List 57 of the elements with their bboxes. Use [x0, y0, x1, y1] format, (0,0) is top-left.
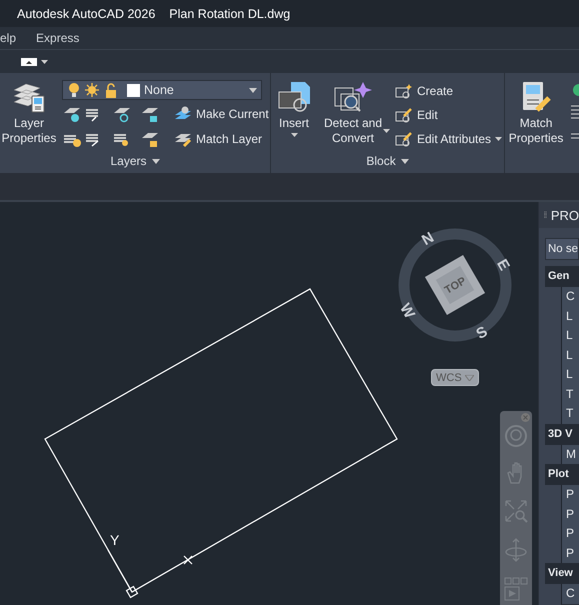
section-header[interactable]: 3D V	[545, 424, 579, 444]
caret-icon[interactable]	[41, 60, 48, 64]
compass-ring[interactable]	[398, 228, 512, 342]
detect-convert-button[interactable]: Detect and Convert	[319, 80, 387, 151]
create-block-button[interactable]: Create	[393, 80, 504, 102]
block-icon	[395, 106, 413, 124]
selection-dropdown[interactable]: No se	[545, 238, 579, 260]
compass-direction[interactable]: W	[396, 300, 418, 322]
panel-title[interactable]: Block	[360, 151, 415, 171]
compass-direction[interactable]: S	[473, 323, 491, 343]
compass-direction[interactable]: N	[419, 228, 437, 250]
document-title: Plan Rotation DL.dwg	[169, 6, 290, 20]
panel-title[interactable]: Layers	[104, 151, 166, 171]
caret-icon	[495, 137, 502, 141]
property-name: P	[561, 485, 579, 506]
caret-icon	[152, 158, 160, 164]
property-name: L	[561, 306, 579, 327]
edit-block-button[interactable]: Edit	[393, 104, 504, 126]
insert-icon	[277, 80, 311, 114]
app-title: Autodesk AutoCAD 2026	[17, 6, 156, 20]
ucs-icon	[107, 550, 193, 598]
compass-direction[interactable]: E	[493, 256, 513, 274]
property-name: T	[561, 404, 579, 424]
layer-properties-button[interactable]: Layer Properties	[0, 80, 58, 151]
caret-icon	[400, 158, 409, 164]
detect-icon	[333, 80, 373, 114]
make-current-button[interactable]: Make Current	[172, 102, 271, 124]
block-icon	[395, 130, 413, 148]
property-name: T	[561, 384, 579, 405]
menu-item[interactable]: elp	[0, 31, 16, 45]
property-name: L	[561, 365, 579, 386]
section-header[interactable]: Gen	[545, 266, 579, 287]
edit-attributes-button[interactable]: Edit Attributes	[393, 128, 504, 150]
insert-button[interactable]: Insert	[273, 80, 315, 151]
match-layer-button[interactable]: Match Layer	[172, 128, 264, 150]
property-name: P	[561, 524, 579, 544]
property-name: C	[561, 584, 579, 604]
palette-title: PRO	[550, 208, 579, 222]
property-name: L	[561, 326, 579, 346]
caret-icon	[383, 129, 390, 133]
caret-icon	[464, 374, 474, 380]
property-name: P	[561, 504, 579, 525]
section-header[interactable]: View	[545, 563, 579, 584]
ribbon-toggle-button[interactable]	[21, 58, 37, 66]
section-header[interactable]: Plot	[545, 464, 579, 485]
property-name: P	[561, 544, 579, 564]
layer-dropdown[interactable]: None	[62, 80, 262, 100]
menu-item[interactable]: Express	[36, 31, 80, 45]
caret-icon	[290, 133, 298, 137]
block-icon	[395, 82, 413, 100]
caret-icon	[249, 88, 257, 92]
property-name: C	[561, 287, 579, 308]
property-name: L	[561, 346, 579, 366]
property-name: M	[561, 444, 579, 465]
match-properties-button[interactable]: Match Properties	[505, 80, 568, 173]
axis-label: Y	[110, 532, 120, 548]
grip-icon[interactable]	[544, 209, 547, 221]
